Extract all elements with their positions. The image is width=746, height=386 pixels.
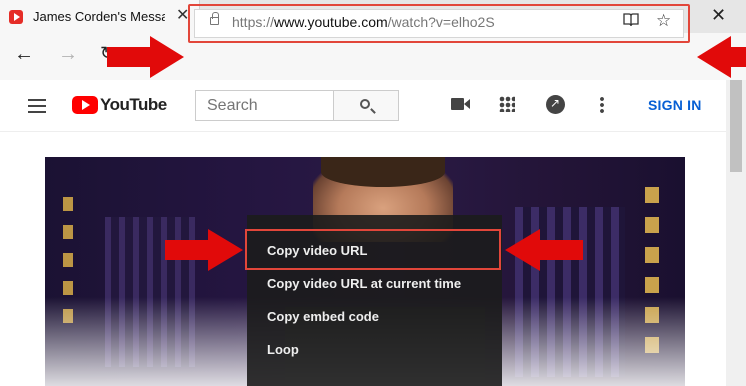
window-close-icon[interactable]: ✕ <box>711 4 726 26</box>
context-menu-highlight-box <box>245 229 501 270</box>
context-menu-item-copy-embed-code[interactable]: Copy embed code <box>267 309 379 324</box>
search-input[interactable] <box>195 90 334 121</box>
context-menu-item-loop[interactable]: Loop <box>267 342 299 357</box>
more-vertical-icon[interactable] <box>600 96 604 114</box>
messages-icon[interactable] <box>546 95 565 114</box>
video-host-hair <box>321 157 445 187</box>
sign-in-button[interactable]: SIGN IN <box>648 97 702 113</box>
tab-title: James Corden's Messag <box>33 9 165 24</box>
create-video-icon[interactable] <box>451 98 470 110</box>
youtube-logo-icon[interactable] <box>72 96 98 114</box>
scrollbar-thumb[interactable] <box>730 80 742 172</box>
address-bar-highlight-box <box>188 4 690 43</box>
context-menu-item-copy-url-at-time[interactable]: Copy video URL at current time <box>267 276 461 291</box>
browser-tab-active[interactable]: James Corden's Messag ✕ <box>0 0 200 33</box>
hamburger-menu-icon[interactable] <box>28 99 46 113</box>
refresh-icon[interactable]: ↻ <box>100 43 115 64</box>
back-arrow-icon[interactable]: ← <box>14 43 34 66</box>
search-icon <box>360 99 370 109</box>
apps-grid-icon[interactable] <box>499 96 515 112</box>
youtube-favicon-icon <box>9 10 23 24</box>
forward-arrow-icon[interactable]: → <box>58 43 78 66</box>
screenshot-root: James Corden's Messag ✕ + ✕ ← → ↻ https:… <box>0 0 746 386</box>
youtube-logo-text[interactable]: YouTube <box>100 95 167 115</box>
search-button[interactable] <box>333 90 399 121</box>
youtube-header: YouTube SIGN IN <box>0 80 726 132</box>
